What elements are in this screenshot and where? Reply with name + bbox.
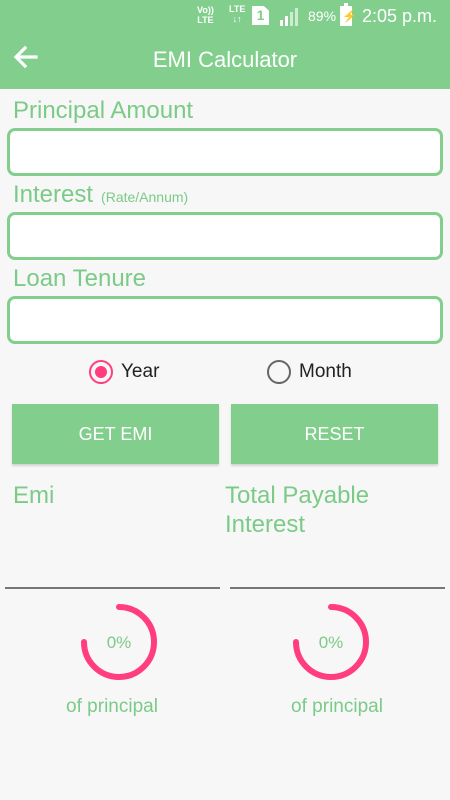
volte-line1: Vo)): [197, 5, 214, 15]
sim-slot-number: 1: [256, 7, 265, 23]
app-bar: EMI Calculator: [0, 33, 450, 89]
total-interest-label: Total Payable Interest: [225, 482, 370, 538]
charging-icon: ⚡: [342, 9, 357, 23]
interest-ring-caption: of principal: [291, 696, 383, 717]
emi-result-label: Emi: [13, 482, 55, 509]
battery-icon: ⚡: [340, 3, 357, 26]
volte-line2: LTE: [197, 15, 214, 25]
volte-indicator: Vo)) LTE: [197, 5, 214, 25]
interest-input[interactable]: [7, 212, 443, 260]
battery-percent: 89%: [308, 8, 337, 24]
emi-ring-caption: of principal: [66, 696, 158, 717]
lte-activity: ↓↑: [232, 14, 242, 24]
principal-input[interactable]: [7, 128, 443, 176]
radio-year[interactable]: Year: [89, 358, 159, 386]
interest-ring-percent: 0%: [318, 633, 344, 652]
lte-indicator: LTE ↓↑: [229, 4, 245, 24]
radio-month[interactable]: Month: [267, 358, 352, 386]
interest-result-underline: [230, 587, 445, 589]
reset-button[interactable]: RESET: [231, 404, 438, 464]
status-bar: Vo)) LTE LTE ↓↑ 1 89% ⚡ 2:05 p.m.: [0, 0, 450, 33]
radio-year-label: Year: [121, 361, 160, 382]
page-title: EMI Calculator: [152, 47, 298, 72]
radio-month-label: Month: [299, 361, 352, 382]
tenure-input[interactable]: [7, 296, 443, 344]
tenure-label: Loan Tenure: [13, 265, 147, 292]
radio-checked-icon: [89, 360, 113, 384]
interest-hint: (Rate/Annum): [101, 189, 189, 205]
signal-icon: [280, 8, 298, 26]
principal-label: Principal Amount: [13, 97, 194, 124]
emi-ring-percent: 0%: [106, 633, 132, 652]
get-emi-button[interactable]: GET EMI: [12, 404, 219, 464]
radio-unchecked-icon: [267, 360, 291, 384]
interest-label: Interest: [13, 181, 94, 208]
interest-label-group: Interest (Rate/Annum): [13, 181, 188, 209]
emi-result-underline: [5, 587, 220, 589]
clock: 2:05 p.m.: [362, 6, 438, 26]
sim-icon: 1: [252, 6, 269, 25]
lte-line1: LTE: [229, 4, 246, 14]
